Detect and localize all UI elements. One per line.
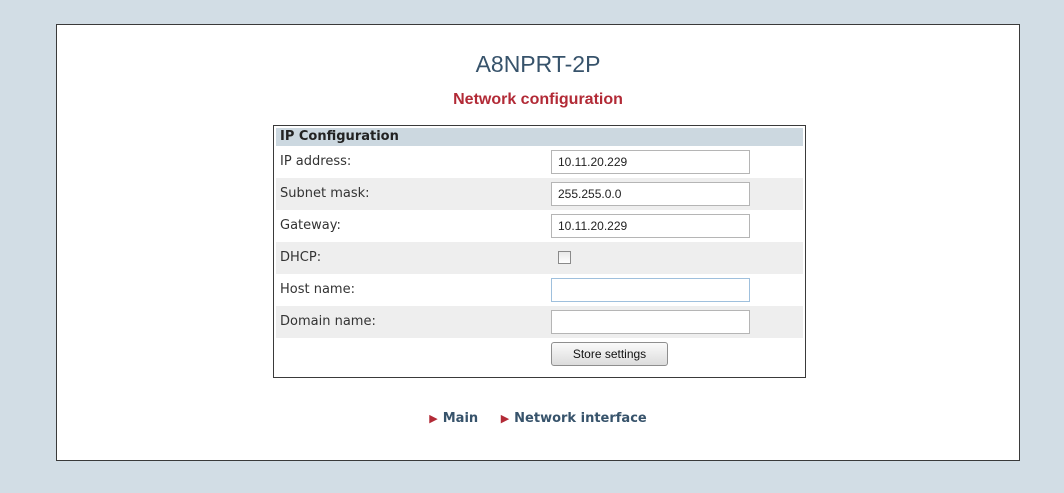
arrow-right-icon: ▶ xyxy=(429,412,438,425)
gateway-label: Gateway: xyxy=(280,218,341,233)
dhcp-row: DHCP: xyxy=(276,242,803,274)
host-name-label: Host name: xyxy=(280,282,355,297)
domain-name-input[interactable] xyxy=(551,310,750,334)
ip-address-row: IP address: xyxy=(276,146,803,178)
nav-links: ▶ Main ▶ Network interface xyxy=(57,411,1019,426)
subnet-mask-row: Subnet mask: xyxy=(276,178,803,210)
device-title: A8NPRT-2P xyxy=(475,51,601,77)
store-settings-button[interactable]: Store settings xyxy=(551,342,668,366)
dhcp-checkbox[interactable] xyxy=(558,251,571,264)
domain-name-label: Domain name: xyxy=(280,314,376,329)
gateway-row: Gateway: xyxy=(276,210,803,242)
content-panel: A8NPRT-2P Network configuration IP Confi… xyxy=(56,24,1020,461)
domain-name-row: Domain name: xyxy=(276,306,803,338)
page-title: Network configuration xyxy=(453,91,623,108)
host-name-row: Host name: xyxy=(276,274,803,306)
main-link[interactable]: ▶ Main xyxy=(429,411,478,426)
network-interface-link-label: Network interface xyxy=(514,411,647,426)
ip-configuration-form: IP Configuration IP address: Subnet mask… xyxy=(273,125,806,378)
gateway-input[interactable] xyxy=(551,214,750,238)
actions-row: Store settings xyxy=(276,338,803,370)
network-interface-link[interactable]: ▶ Network interface xyxy=(501,411,647,426)
arrow-right-icon: ▶ xyxy=(500,412,510,425)
subnet-mask-input[interactable] xyxy=(551,182,750,206)
subnet-mask-label: Subnet mask: xyxy=(280,186,370,201)
section-header: IP Configuration xyxy=(276,128,803,146)
ip-address-label: IP address: xyxy=(280,154,352,169)
host-name-input[interactable] xyxy=(551,278,750,302)
main-link-label: Main xyxy=(442,411,479,426)
ip-address-input[interactable] xyxy=(551,150,750,174)
dhcp-label: DHCP: xyxy=(280,250,322,265)
